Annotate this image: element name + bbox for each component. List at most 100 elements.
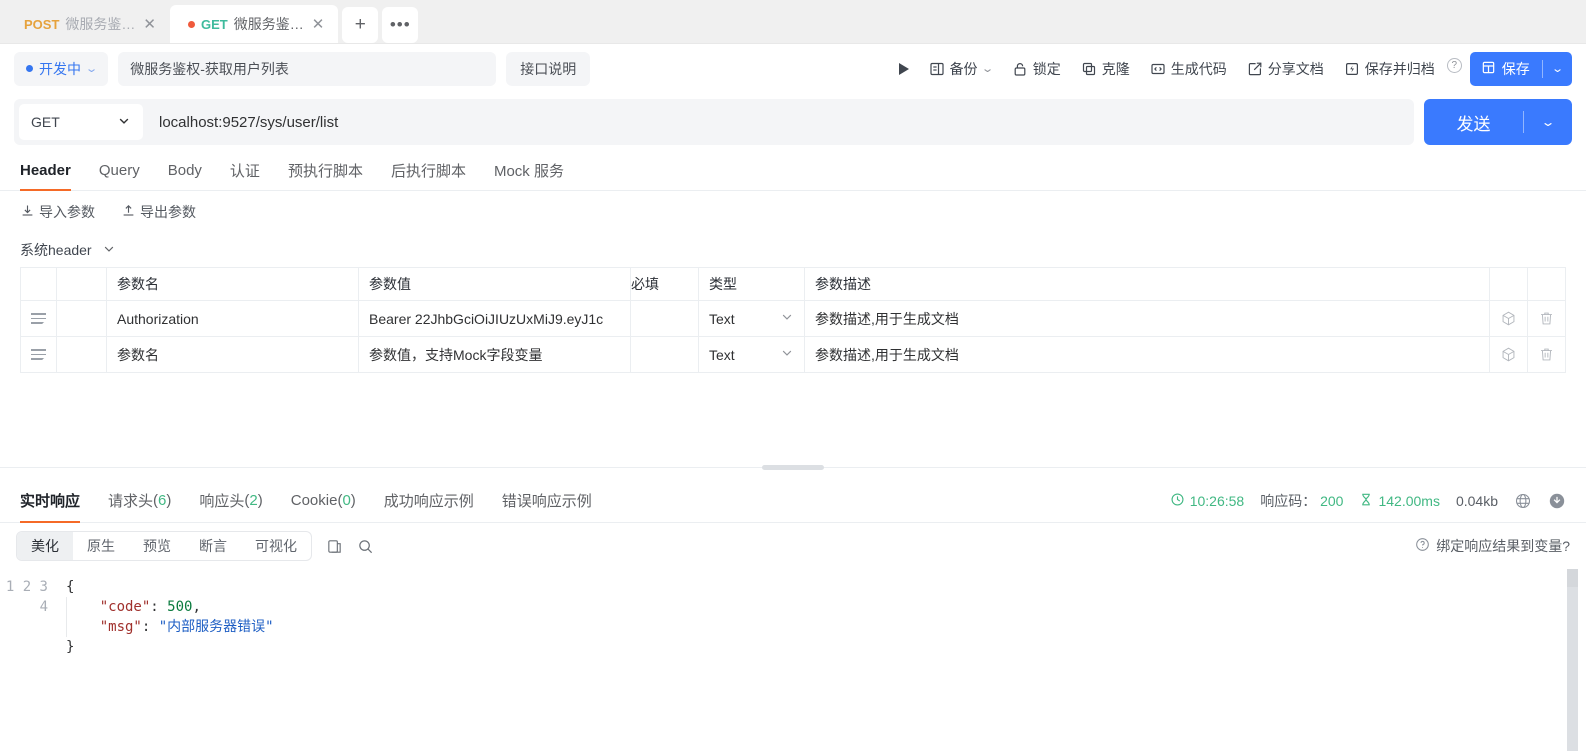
param-name-cell[interactable]: Authorization xyxy=(107,301,359,337)
download-icon[interactable] xyxy=(1548,492,1566,510)
clone-label: 克隆 xyxy=(1102,59,1130,79)
tab-method-label: POST xyxy=(24,17,59,32)
splitter-grip[interactable] xyxy=(762,465,824,470)
http-method-value: GET xyxy=(31,114,60,130)
copy-icon[interactable] xyxy=(326,538,343,555)
run-button[interactable] xyxy=(889,52,919,86)
tab-get-request[interactable]: GET 微服务鉴… ✕ xyxy=(170,5,338,43)
lock-label: 锁定 xyxy=(1033,59,1061,79)
chevron-down-icon: ⌄ xyxy=(980,62,993,75)
clock-icon xyxy=(1170,492,1185,510)
param-name-cell[interactable]: 参数名 xyxy=(107,337,359,373)
backup-button[interactable]: 备份 ⌄ xyxy=(919,52,1002,86)
param-desc-cell[interactable]: 参数描述,用于生成文档 xyxy=(805,337,1490,373)
close-icon[interactable]: ✕ xyxy=(141,15,158,34)
tab-realtime-response[interactable]: 实时响应 xyxy=(20,479,94,523)
code-key-code: "code" xyxy=(100,599,151,615)
trash-icon[interactable] xyxy=(1528,301,1565,336)
segment-raw[interactable]: 原生 xyxy=(73,531,129,561)
chevron-down-icon xyxy=(780,346,794,363)
col-type: 类型 xyxy=(699,268,805,301)
response-meta: 10:26:58 响应码： 200 142.00ms 0.04kb xyxy=(1170,491,1566,511)
bind-response-to-variable-button[interactable]: 绑定响应结果到变量? xyxy=(1415,536,1570,556)
tab-header[interactable]: Header xyxy=(20,151,85,190)
save-options-chevron-icon[interactable]: ⌄ xyxy=(1537,62,1572,75)
chevron-down-icon xyxy=(780,310,794,327)
tab-overflow-menu-button[interactable]: ••• xyxy=(382,7,418,43)
status-dot-icon xyxy=(26,65,33,72)
http-method-select[interactable]: GET xyxy=(19,104,143,140)
globe-icon[interactable] xyxy=(1514,492,1532,510)
save-icon xyxy=(1481,60,1496,78)
code-scrollbar-thumb[interactable] xyxy=(1567,569,1578,587)
system-header-toggle[interactable]: 系统header xyxy=(0,233,1586,267)
request-spacer xyxy=(0,373,1586,467)
api-name-input[interactable] xyxy=(118,52,496,86)
param-type-select[interactable]: Text xyxy=(699,301,804,336)
param-desc-cell[interactable]: 参数描述,用于生成文档 xyxy=(805,301,1490,337)
close-icon[interactable]: ✕ xyxy=(310,15,327,34)
help-icon[interactable]: ? xyxy=(1447,58,1462,73)
param-desc-placeholder: 参数描述,用于生成文档 xyxy=(815,311,959,327)
param-value-cell[interactable]: Bearer 22JhbGciOiJIUzUxMiJ9.eyJ1c xyxy=(359,301,631,337)
new-tab-button[interactable]: + xyxy=(342,7,378,43)
tab-count: 0 xyxy=(342,492,350,509)
tab-request-headers[interactable]: 请求头(6) xyxy=(94,479,185,523)
response-size: 0.04kb xyxy=(1456,493,1498,509)
export-params-button[interactable]: 导出参数 xyxy=(121,202,196,222)
tab-mock-service[interactable]: Mock 服务 xyxy=(480,151,578,190)
param-value-input: Bearer 22JhbGciOiJIUzUxMiJ9.eyJ1c xyxy=(369,311,603,327)
response-body-code[interactable]: { "code": 500, "msg": "内部服务器错误" } xyxy=(62,569,1586,751)
share-doc-button[interactable]: 分享文档 xyxy=(1237,52,1334,86)
save-button[interactable]: 保存 ⌄ xyxy=(1470,52,1572,86)
status-dropdown[interactable]: 开发中 ⌄ xyxy=(14,52,108,86)
tab-body[interactable]: Body xyxy=(154,151,216,190)
url-input[interactable]: localhost:9527/sys/user/list xyxy=(143,114,338,131)
tab-post-script[interactable]: 后执行脚本 xyxy=(377,151,480,190)
send-options-chevron-icon[interactable]: ⌄ xyxy=(1512,115,1572,129)
indent-guide xyxy=(66,597,67,637)
cube-icon[interactable] xyxy=(1490,337,1527,372)
code-vertical-scrollbar[interactable] xyxy=(1567,569,1578,751)
tab-error-example[interactable]: 错误响应示例 xyxy=(488,479,606,523)
tab-pre-script[interactable]: 预执行脚本 xyxy=(274,151,377,190)
tab-title: 微服务鉴… xyxy=(234,14,304,34)
segment-beautify[interactable]: 美化 xyxy=(17,531,73,561)
tab-success-example[interactable]: 成功响应示例 xyxy=(370,479,488,523)
param-actions: 导入参数 导出参数 xyxy=(0,191,1586,233)
segment-visualize[interactable]: 可视化 xyxy=(241,531,311,561)
col-param-name: 参数名 xyxy=(107,268,359,301)
save-archive-button[interactable]: 保存并归档 xyxy=(1334,52,1445,86)
tab-post-request[interactable]: POST 微服务鉴… ✕ xyxy=(6,5,170,43)
tab-query[interactable]: Query xyxy=(85,151,154,190)
bind-label: 绑定响应结果到变量? xyxy=(1436,536,1570,556)
tab-cookie[interactable]: Cookie(0) xyxy=(277,479,370,523)
cube-icon[interactable] xyxy=(1490,301,1527,336)
param-type-select[interactable]: Text xyxy=(699,337,804,372)
code-key-msg: "msg" xyxy=(100,619,142,635)
send-button[interactable]: 发送 ⌄ xyxy=(1424,99,1572,145)
tab-auth[interactable]: 认证 xyxy=(216,151,274,190)
col-param-value: 参数值 xyxy=(359,268,631,301)
api-toolbar: 开发中 ⌄ 接口说明 备份 ⌄ xyxy=(0,44,1586,93)
status-code-group: 响应码： 200 xyxy=(1260,491,1343,511)
import-params-button[interactable]: 导入参数 xyxy=(20,202,95,222)
chevron-down-icon xyxy=(117,114,131,131)
segment-preview[interactable]: 预览 xyxy=(129,531,185,561)
segment-assert[interactable]: 断言 xyxy=(185,531,241,561)
response-code-area: 1 2 3 4 { "code": 500, "msg": "内部服务器错误" … xyxy=(0,569,1586,751)
generate-code-button[interactable]: 生成代码 xyxy=(1140,52,1237,86)
lock-button[interactable]: 锁定 xyxy=(1002,52,1071,86)
flash-save-icon xyxy=(1344,61,1360,77)
code-brackets-icon xyxy=(1150,61,1166,77)
url-bar-row: GET localhost:9527/sys/user/list 发送 ⌄ xyxy=(0,93,1586,151)
tab-response-headers[interactable]: 响应头(2) xyxy=(185,479,276,523)
clone-button[interactable]: 克隆 xyxy=(1071,52,1140,86)
param-name-input: Authorization xyxy=(117,311,199,327)
param-value-cell[interactable]: 参数值，支持Mock字段变量 xyxy=(359,337,631,373)
search-icon[interactable] xyxy=(357,538,374,555)
api-description-button[interactable]: 接口说明 xyxy=(506,52,590,86)
backup-label: 备份 xyxy=(950,59,978,79)
trash-icon[interactable] xyxy=(1528,337,1565,372)
duration: 142.00ms xyxy=(1359,492,1439,510)
